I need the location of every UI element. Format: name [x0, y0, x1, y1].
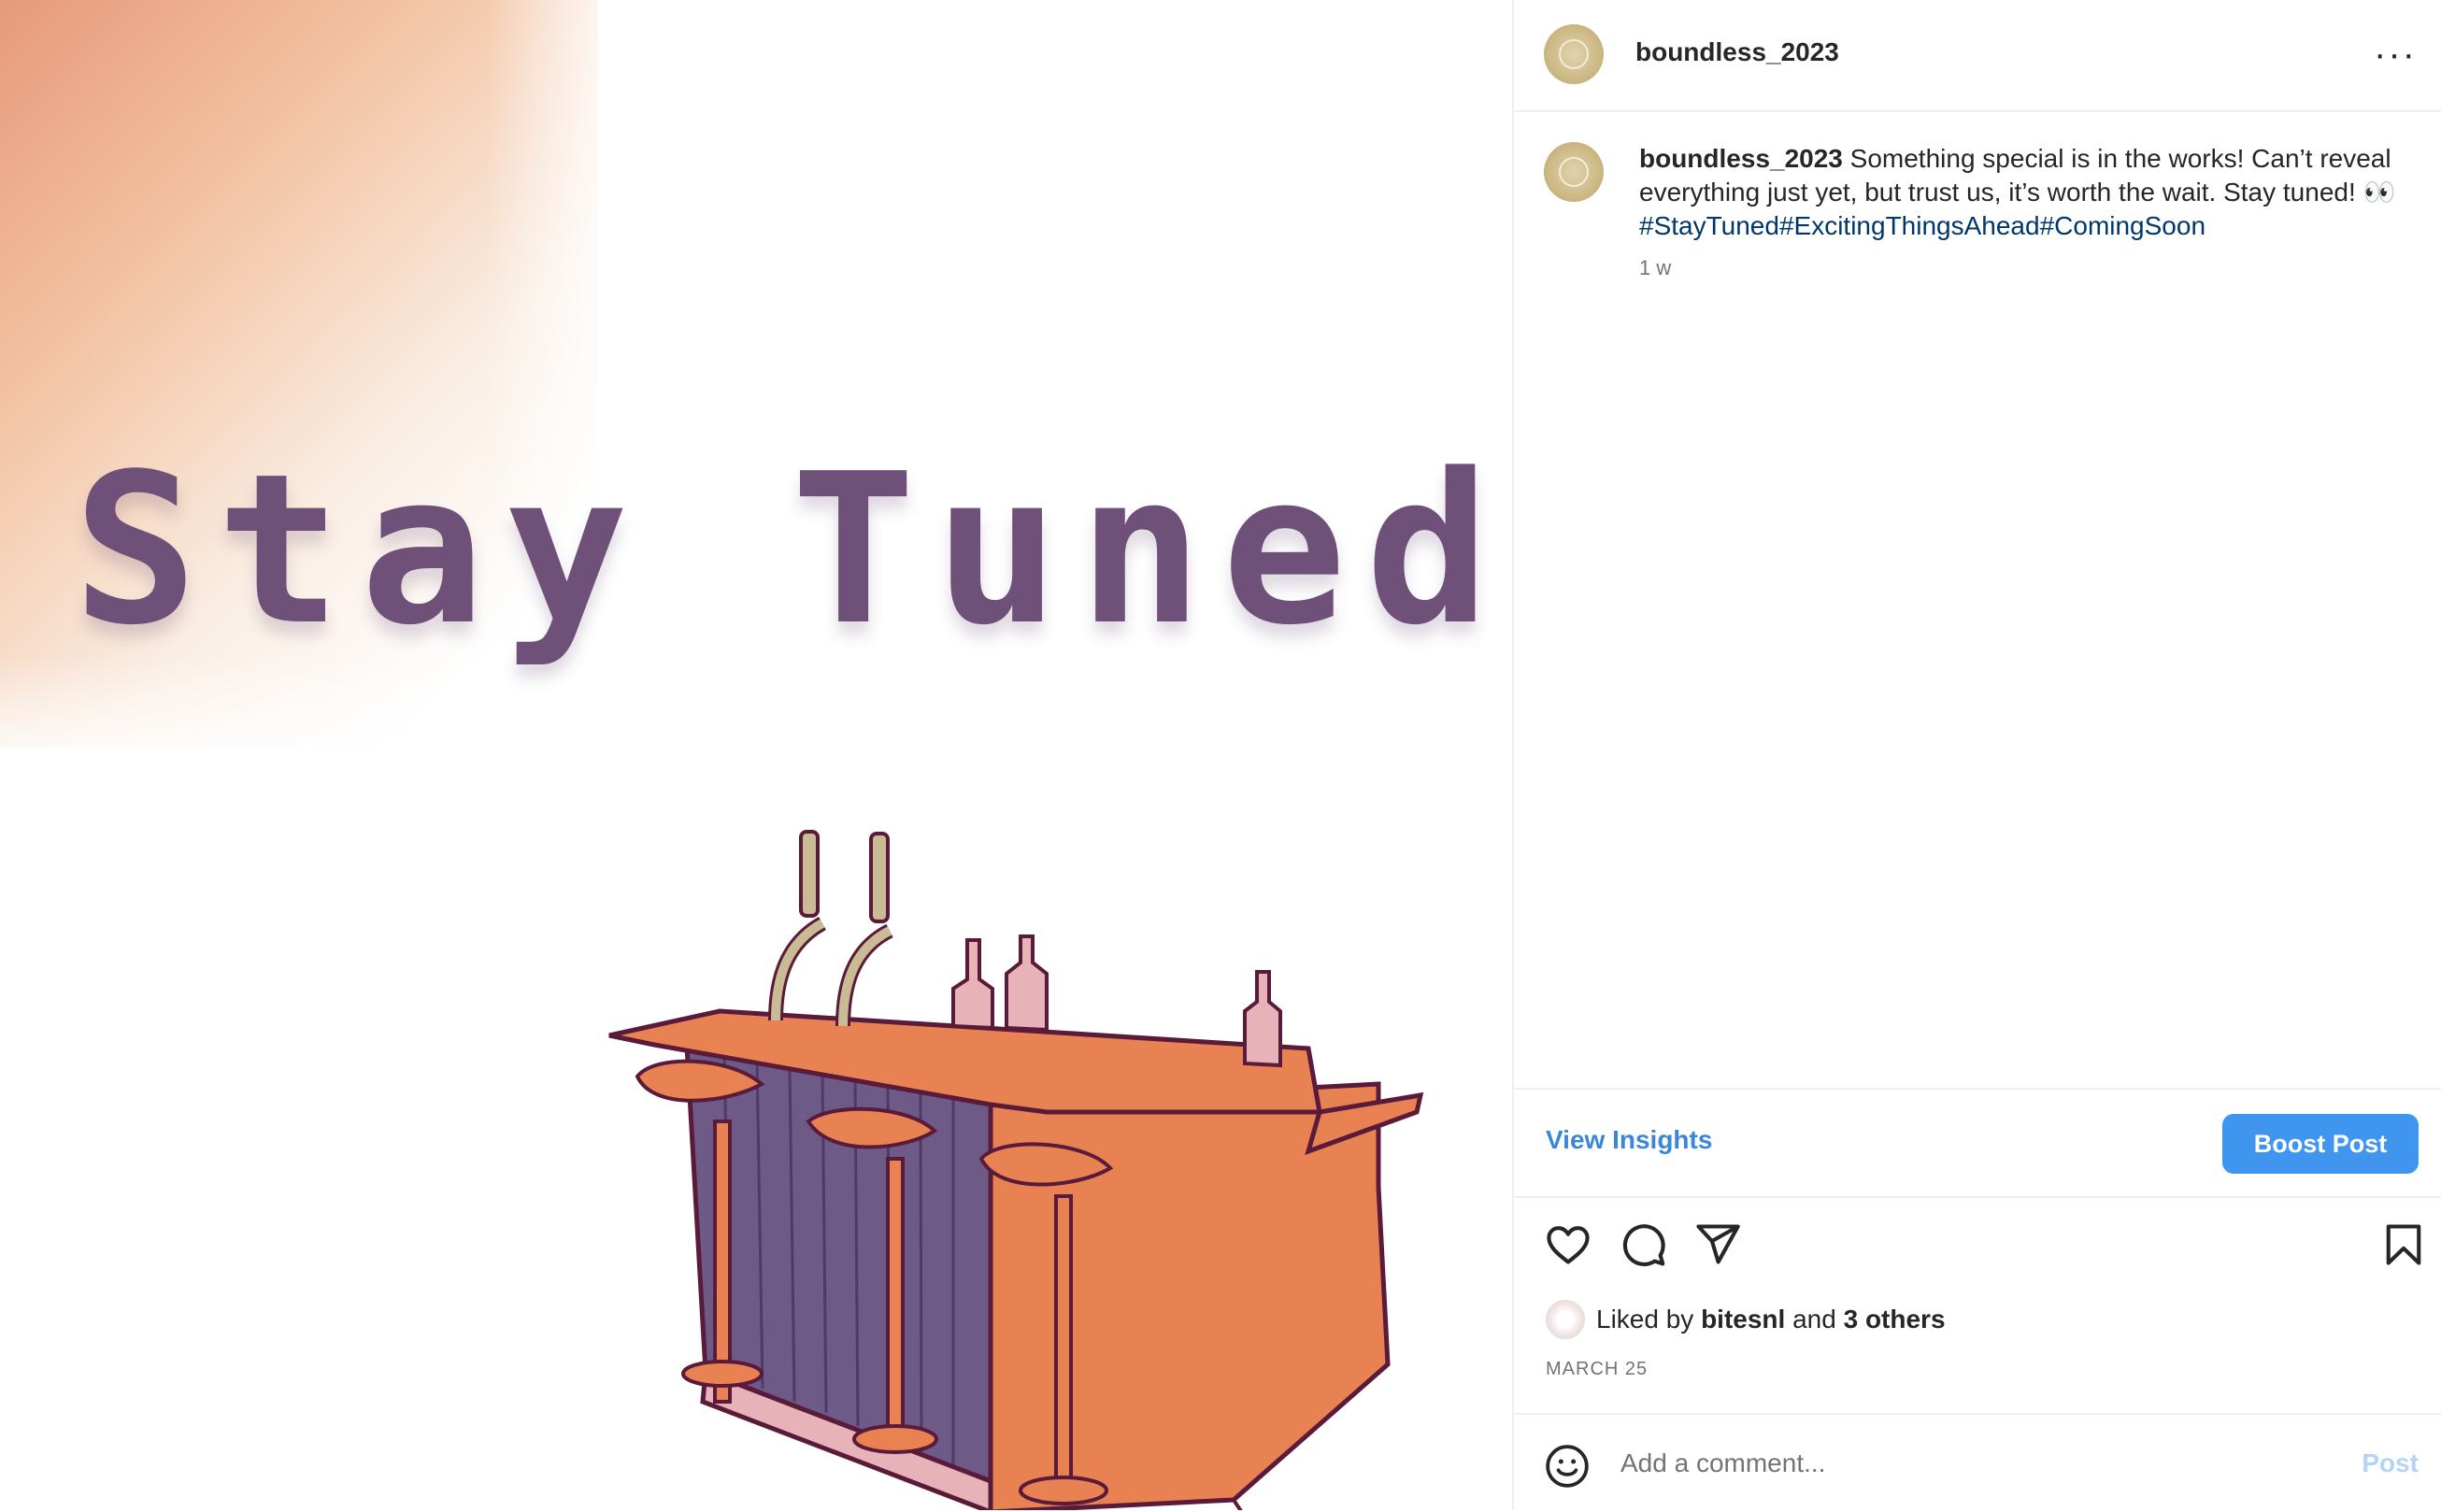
post-details-panel: boundless_2023 ··· boundless_2023 Someth…	[1512, 0, 2441, 1510]
likes-prefix: Liked by	[1596, 1305, 1694, 1334]
heart-icon[interactable]	[1544, 1220, 1592, 1269]
post-comment-button[interactable]: Post	[2362, 1448, 2419, 1478]
image-headline: Stay Tuned...	[73, 430, 1512, 671]
post-image[interactable]: Stay Tuned...	[0, 0, 1512, 1510]
more-horizontal-icon[interactable]: ···	[2374, 36, 2417, 73]
share-icon[interactable]	[1693, 1220, 1742, 1269]
header-username[interactable]: boundless_2023	[1635, 37, 1839, 67]
emoji-icon[interactable]	[1544, 1443, 1591, 1490]
likes-others-link[interactable]: 3 others	[1844, 1305, 1946, 1334]
bookmark-icon[interactable]	[2379, 1220, 2428, 1269]
view-insights-link[interactable]: View Insights	[1546, 1125, 1712, 1155]
liker-avatar[interactable]	[1546, 1300, 1585, 1339]
insights-bar: View Insights Boost Post	[1514, 1088, 2441, 1198]
gradient-fade-bottom	[0, 654, 673, 804]
caption-username[interactable]: boundless_2023	[1639, 144, 1843, 173]
likes-summary: Liked by bitesnl and 3 others	[1546, 1299, 1946, 1340]
caption: boundless_2023 Something special is in t…	[1639, 142, 2405, 243]
avatar[interactable]	[1544, 24, 1604, 84]
comment-icon[interactable]	[1619, 1220, 1667, 1269]
likes-joiner: and	[1792, 1305, 1836, 1334]
caption-timestamp[interactable]: 1 w	[1639, 256, 1671, 280]
hashtag-link[interactable]: #StayTuned	[1639, 211, 1779, 240]
caption-avatar[interactable]	[1544, 142, 1604, 202]
comment-bar: Add a comment... Post	[1514, 1413, 2441, 1512]
boost-post-button[interactable]: Boost Post	[2222, 1114, 2419, 1174]
hashtag-link[interactable]: #ComingSoon	[2040, 211, 2205, 240]
bar-counter-illustration	[608, 830, 1424, 1510]
post-header: boundless_2023 ···	[1514, 0, 2441, 112]
hashtag-link[interactable]: #ExcitingThingsAhead	[1779, 211, 2040, 240]
liker-username[interactable]: bitesnl	[1701, 1305, 1785, 1334]
post-date[interactable]: MARCH 25	[1546, 1359, 1648, 1380]
comment-input[interactable]: Add a comment...	[1620, 1448, 1825, 1478]
